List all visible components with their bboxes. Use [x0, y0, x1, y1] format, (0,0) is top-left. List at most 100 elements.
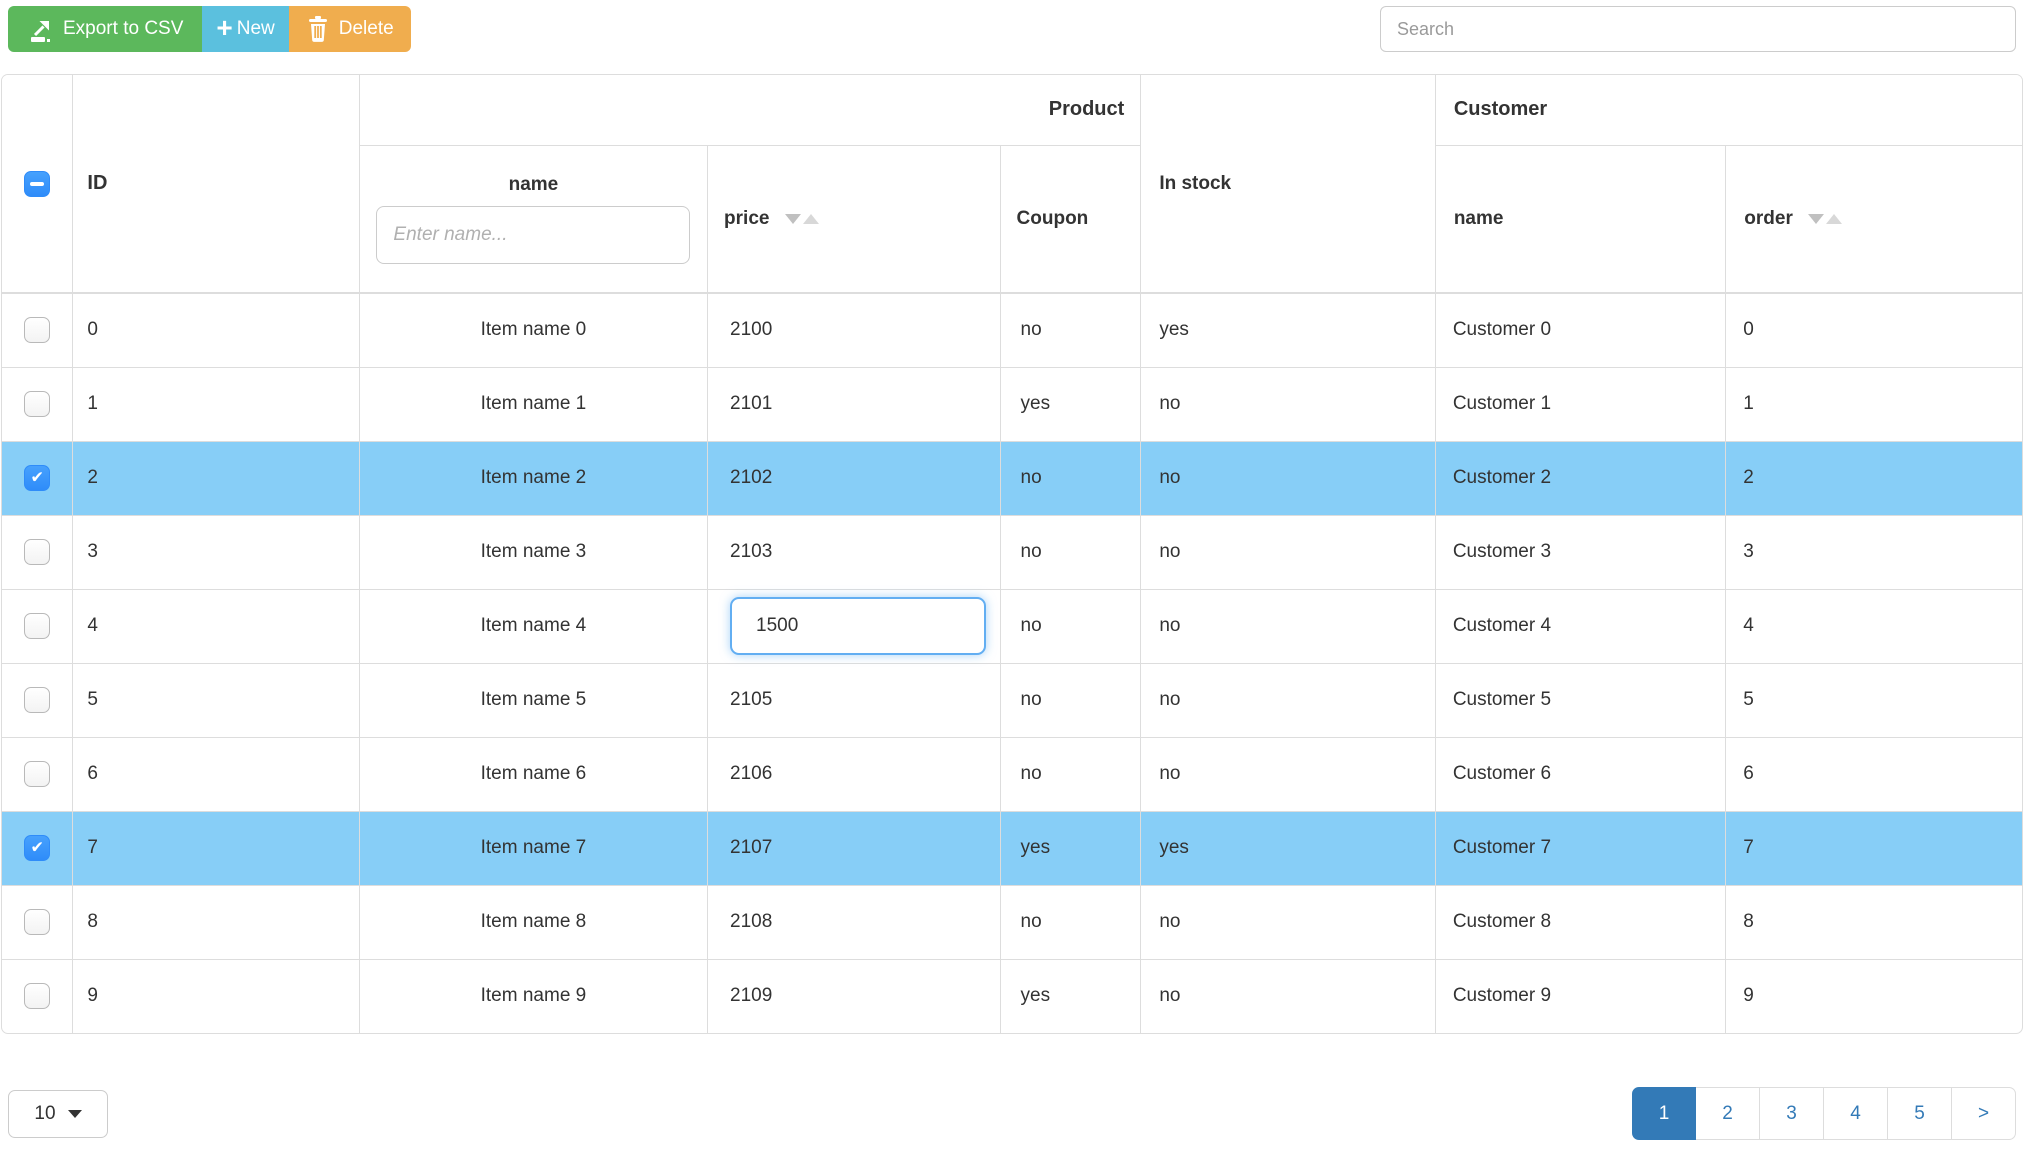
- cell-coupon: no: [999, 662, 1142, 738]
- cell-customer-name: Customer 8: [1434, 884, 1727, 960]
- cell-price[interactable]: 2101: [707, 366, 1001, 442]
- cell-in-stock: no: [1140, 662, 1436, 738]
- page-button-3[interactable]: 3: [1760, 1087, 1824, 1140]
- search-input[interactable]: [1380, 6, 2016, 52]
- cell-customer-name: Customer 3: [1434, 514, 1727, 590]
- page-button-4[interactable]: 4: [1824, 1087, 1888, 1140]
- row-checkbox-cell: [2, 810, 74, 886]
- export-csv-button[interactable]: Export to CSV: [8, 6, 203, 52]
- cell-in-stock: no: [1140, 366, 1436, 442]
- table-row[interactable]: 4 Item name 4 no no Customer 4 4: [2, 588, 2022, 664]
- page-size-dropdown[interactable]: 10: [8, 1089, 108, 1138]
- table-row[interactable]: 8 Item name 8 2108 no no Customer 8 8: [2, 884, 2022, 960]
- table-row[interactable]: 7 Item name 7 2107 yes yes Customer 7 7: [2, 810, 2022, 886]
- row-checkbox[interactable]: [24, 317, 51, 344]
- row-checkbox[interactable]: [24, 391, 51, 417]
- column-header-order[interactable]: order: [1725, 144, 2022, 294]
- cell-price[interactable]: 2106: [707, 736, 1001, 812]
- row-checkbox-cell: [2, 958, 74, 1033]
- cell-order: 4: [1725, 588, 2022, 664]
- table-row[interactable]: 1 Item name 1 2101 yes no Customer 1 1: [2, 366, 2022, 442]
- row-checkbox[interactable]: [24, 761, 51, 787]
- page-button-2[interactable]: 2: [1696, 1087, 1760, 1140]
- cell-coupon: no: [999, 514, 1142, 590]
- cell-customer-name: Customer 2: [1434, 440, 1727, 516]
- cell-id: 3: [72, 514, 360, 590]
- table-row[interactable]: 6 Item name 6 2106 no no Customer 6 6: [2, 736, 2022, 812]
- cell-price[interactable]: [707, 588, 1001, 664]
- column-header-coupon: Coupon: [999, 144, 1142, 294]
- cell-in-stock: no: [1140, 440, 1436, 516]
- name-filter-input[interactable]: [376, 205, 691, 264]
- cell-id: 2: [72, 440, 360, 516]
- cell-customer-name: Customer 9: [1434, 958, 1727, 1033]
- page-button-1[interactable]: 1: [1632, 1087, 1696, 1140]
- cell-product-name: Item name 1: [358, 366, 709, 442]
- cell-id: 7: [72, 810, 360, 886]
- cell-order: 2: [1725, 440, 2022, 516]
- price-edit-input[interactable]: [730, 597, 987, 655]
- table-row[interactable]: 3 Item name 3 2103 no no Customer 3 3: [2, 514, 2022, 590]
- cell-customer-name: Customer 5: [1434, 662, 1727, 738]
- cell-coupon: no: [999, 588, 1142, 664]
- delete-button[interactable]: Delete: [288, 6, 411, 52]
- cell-product-name: Item name 0: [358, 292, 709, 368]
- row-checkbox[interactable]: [24, 835, 51, 861]
- column-header-price[interactable]: price: [707, 144, 1001, 294]
- cell-coupon: no: [999, 736, 1142, 812]
- caret-down-icon: [67, 1109, 82, 1118]
- table-row[interactable]: 2 Item name 2 2102 no no Customer 2 2: [2, 440, 2022, 516]
- cell-price[interactable]: 2103: [707, 514, 1001, 590]
- table-header: ID Product In stock Customer name price …: [2, 75, 2022, 294]
- cell-product-name: Item name 5: [358, 662, 709, 738]
- row-checkbox[interactable]: [24, 909, 51, 935]
- row-checkbox-cell: [2, 662, 74, 738]
- cell-coupon: yes: [999, 958, 1142, 1033]
- cell-in-stock: no: [1140, 958, 1436, 1033]
- sort-both-icon[interactable]: [784, 213, 819, 224]
- select-all-checkbox[interactable]: [24, 170, 51, 197]
- select-all-header-cell: [2, 75, 74, 294]
- cell-price[interactable]: 2109: [707, 958, 1001, 1033]
- export-icon: [27, 16, 54, 43]
- new-button[interactable]: + New: [202, 6, 289, 52]
- cell-price[interactable]: 2102: [707, 440, 1001, 516]
- delete-label: Delete: [338, 18, 394, 39]
- order-label: order: [1744, 207, 1793, 229]
- cell-in-stock: no: [1140, 884, 1436, 960]
- row-checkbox[interactable]: [24, 983, 51, 1010]
- next-page-button[interactable]: >: [1952, 1087, 2016, 1140]
- cell-order: 1: [1725, 366, 2022, 442]
- cell-coupon: no: [999, 440, 1142, 516]
- cell-coupon: yes: [999, 810, 1142, 886]
- table-row[interactable]: 9 Item name 9 2109 yes no Customer 9 9: [2, 958, 2022, 1033]
- column-header-customer-name: name: [1434, 144, 1727, 294]
- table-row[interactable]: 0 Item name 0 2100 no yes Customer 0 0: [2, 292, 2022, 368]
- table-row[interactable]: 5 Item name 5 2105 no no Customer 5 5: [2, 662, 2022, 738]
- product-name-label: name: [508, 173, 559, 195]
- plus-icon: +: [216, 11, 233, 43]
- cell-product-name: Item name 3: [358, 514, 709, 590]
- cell-coupon: no: [999, 292, 1142, 368]
- cell-price[interactable]: 2108: [707, 884, 1001, 960]
- cell-price[interactable]: 2100: [707, 292, 1001, 368]
- top-toolbar: Export to CSV + New Delete: [0, 0, 2024, 52]
- row-checkbox[interactable]: [24, 613, 51, 639]
- row-checkbox[interactable]: [24, 465, 51, 491]
- column-header-in-stock: In stock: [1140, 75, 1436, 294]
- cell-id: 5: [72, 662, 360, 738]
- cell-price[interactable]: 2107: [707, 810, 1001, 886]
- page-size-value: 10: [34, 1102, 56, 1124]
- cell-id: 1: [72, 366, 360, 442]
- cell-price[interactable]: 2105: [707, 662, 1001, 738]
- page-button-5[interactable]: 5: [1888, 1087, 1952, 1140]
- row-checkbox[interactable]: [24, 539, 51, 565]
- cell-coupon: yes: [999, 366, 1142, 442]
- row-checkbox[interactable]: [24, 687, 51, 713]
- trash-icon: [306, 16, 330, 42]
- row-checkbox-cell: [2, 736, 74, 812]
- data-table: ID Product In stock Customer name price …: [1, 74, 2023, 1034]
- row-checkbox-cell: [2, 366, 74, 442]
- sort-both-icon[interactable]: [1808, 213, 1843, 224]
- cell-product-name: Item name 8: [358, 884, 709, 960]
